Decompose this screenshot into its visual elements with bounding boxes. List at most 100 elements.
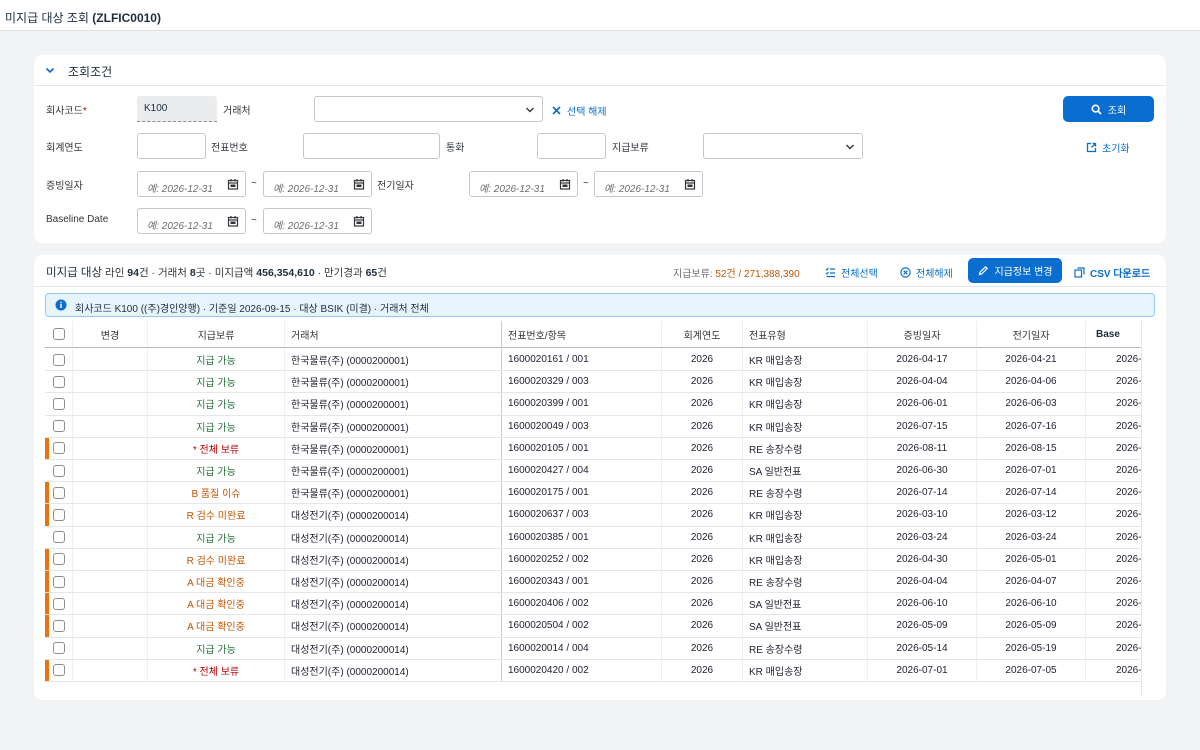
calendar-icon[interactable] xyxy=(353,215,365,227)
col-header-doc-type[interactable]: 전표유형 xyxy=(743,321,868,347)
filter-panel-header[interactable]: 조회조건 xyxy=(34,55,1166,86)
doc-no-label: 전표번호 xyxy=(211,143,248,154)
table-row[interactable]: R 검수 미완료 대성전기(주) (0000200014) 1600020637 /… xyxy=(45,504,1141,527)
table-row[interactable]: 지급 가능 한국물류(주) (0000200001) 1600020427 / 00… xyxy=(45,460,1141,483)
results-summary: 미지급 대상 라인 94건 · 거래처 8곳 · 미지급액 456,354,61… xyxy=(46,264,387,280)
col-header-doc-item[interactable]: 전표번호/항목 xyxy=(502,321,662,347)
reset-button[interactable]: 초기화 xyxy=(1086,140,1130,155)
calendar-icon[interactable] xyxy=(684,178,696,190)
select-all-button[interactable]: 전체선택 xyxy=(825,265,878,280)
row-select-cell[interactable] xyxy=(45,526,73,548)
table-row[interactable]: A 대금 확인중 대성전기(주) (0000200014) 1600020343 /… xyxy=(45,571,1141,594)
table-row[interactable]: 지급 가능 한국물류(주) (0000200001) 1600020399 / 00… xyxy=(45,393,1141,416)
cell-baseline: 2026- xyxy=(1086,593,1141,614)
table-row[interactable]: B 품질 이슈 한국물류(주) (0000200001) 1600020175 / … xyxy=(45,482,1141,505)
row-select-cell[interactable] xyxy=(45,349,73,371)
row-select-cell[interactable] xyxy=(45,637,73,659)
table-row[interactable]: A 대금 확인중 대성전기(주) (0000200014) 1600020504 /… xyxy=(45,615,1141,638)
row-select-cell[interactable] xyxy=(45,571,73,593)
clear-selection-button[interactable]: 선택 해제 xyxy=(551,103,607,118)
chevron-down-icon[interactable] xyxy=(44,64,56,76)
cell-baseline-text: 2026- xyxy=(1116,576,1141,588)
doc-no-input[interactable] xyxy=(303,133,440,159)
table-row[interactable]: 지급 가능 대성전기(주) (0000200014) 1600020385 / 00… xyxy=(45,526,1141,549)
row-select-cell[interactable] xyxy=(45,593,73,615)
row-select-cell[interactable] xyxy=(45,482,73,504)
checkbox[interactable] xyxy=(52,486,65,499)
calendar-icon[interactable] xyxy=(353,178,365,190)
table-row[interactable]: * 전체 보류 대성전기(주) (0000200014) 1600020420 / … xyxy=(45,659,1141,682)
checkbox[interactable] xyxy=(52,464,65,477)
header-select-checkbox[interactable] xyxy=(45,321,73,347)
chevron-down-icon xyxy=(846,144,854,150)
posting-date-to[interactable]: 예: 2026-12-31 xyxy=(594,171,703,197)
table-row[interactable]: 지급 가능 한국물류(주) (0000200001) 1600020161 / 00… xyxy=(45,349,1141,372)
checkbox[interactable] xyxy=(52,619,65,632)
table-row[interactable]: 지급 가능 대성전기(주) (0000200014) 1600020014 / 00… xyxy=(45,637,1141,660)
checkbox[interactable] xyxy=(52,664,65,677)
table-row[interactable]: A 대금 확인중 대성전기(주) (0000200014) 1600020406 /… xyxy=(45,593,1141,616)
checkbox[interactable] xyxy=(52,575,65,588)
col-header-fiscal-year[interactable]: 회계연도 xyxy=(662,321,743,347)
calendar-icon[interactable] xyxy=(559,178,571,190)
posting-date-from[interactable]: 예: 2026-12-31 xyxy=(469,171,578,197)
col-header-change[interactable]: 변경 xyxy=(73,321,148,347)
table-row[interactable]: * 전체 보류 한국물류(주) (0000200001) 1600020105 / … xyxy=(45,437,1141,460)
checkbox[interactable] xyxy=(52,553,65,566)
cell-doc-date: 2026-05-14 xyxy=(868,637,977,659)
vendor-select[interactable] xyxy=(314,96,543,122)
checkbox[interactable] xyxy=(52,328,65,340)
row-select-cell[interactable] xyxy=(45,415,73,437)
change-payment-info-button[interactable]: 지급정보 변경 xyxy=(968,258,1062,283)
deselect-all-button[interactable]: 전체해제 xyxy=(900,265,953,280)
csv-download-label: CSV 다운로드 xyxy=(1090,269,1151,280)
col-header-vendor[interactable]: 거래처 xyxy=(285,321,502,347)
checkbox[interactable] xyxy=(52,531,65,544)
doc-date-to[interactable]: 예: 2026-12-31 xyxy=(263,171,372,197)
row-select-cell[interactable] xyxy=(45,460,73,482)
row-select-cell[interactable] xyxy=(45,371,73,393)
checkbox[interactable] xyxy=(52,420,65,433)
checkbox[interactable] xyxy=(52,642,65,655)
col-header-posting-date[interactable]: 전기일자 xyxy=(977,321,1086,347)
cell-fiscal-year: 2026 xyxy=(662,526,743,548)
currency-input[interactable] xyxy=(537,133,606,159)
summary-text: · 만기경과 xyxy=(314,267,366,279)
cell-baseline-text: 2026- xyxy=(1116,620,1141,632)
fiscal-year-input[interactable] xyxy=(137,133,206,159)
table-row[interactable]: 지급 가능 한국물류(주) (0000200001) 1600020329 / 00… xyxy=(45,371,1141,394)
csv-download-button[interactable]: CSV 다운로드 xyxy=(1074,265,1150,280)
table-scrollbar[interactable] xyxy=(1141,321,1142,695)
cell-doc-item: 1600020161 / 001 xyxy=(502,349,662,371)
checkbox[interactable] xyxy=(52,597,65,610)
close-icon xyxy=(552,106,561,115)
cell-baseline: 2026- xyxy=(1086,571,1141,592)
row-select-cell[interactable] xyxy=(45,504,73,526)
row-select-cell[interactable] xyxy=(45,615,73,637)
calendar-icon[interactable] xyxy=(227,215,239,227)
table-row[interactable]: R 검수 미완료 대성전기(주) (0000200014) 1600020252 /… xyxy=(45,548,1141,571)
row-select-cell[interactable] xyxy=(45,437,73,459)
row-select-cell[interactable] xyxy=(45,393,73,415)
checkbox[interactable] xyxy=(52,375,65,388)
checkbox[interactable] xyxy=(52,397,65,410)
calendar-icon[interactable] xyxy=(227,178,239,190)
col-header-doc-date[interactable]: 증빙일자 xyxy=(868,321,977,347)
search-icon xyxy=(1091,103,1102,115)
checkbox[interactable] xyxy=(52,353,65,366)
baseline-date-to[interactable]: 예: 2026-12-31 xyxy=(263,208,372,234)
col-header-baseline[interactable]: Base xyxy=(1086,321,1141,347)
row-select-cell[interactable] xyxy=(45,659,73,681)
table-row[interactable]: 지급 가능 한국물류(주) (0000200001) 1600020049 / 00… xyxy=(45,415,1141,438)
info-text: 회사코드 K100 ((주)경인양행) · 기준일 2026-09-15 · 대… xyxy=(75,304,429,315)
cell-baseline-text: 2026- xyxy=(1116,509,1141,521)
checkbox[interactable] xyxy=(52,442,65,455)
company-code-label-text: 회사코드 xyxy=(46,106,83,117)
search-button[interactable]: 조회 xyxy=(1063,96,1154,122)
row-select-cell[interactable] xyxy=(45,548,73,570)
payment-block-select[interactable] xyxy=(703,133,863,159)
checkbox[interactable] xyxy=(52,508,65,521)
col-header-payment-block[interactable]: 지급보류 xyxy=(148,321,285,347)
baseline-date-from[interactable]: 예: 2026-12-31 xyxy=(137,208,246,234)
doc-date-from[interactable]: 예: 2026-12-31 xyxy=(137,171,246,197)
